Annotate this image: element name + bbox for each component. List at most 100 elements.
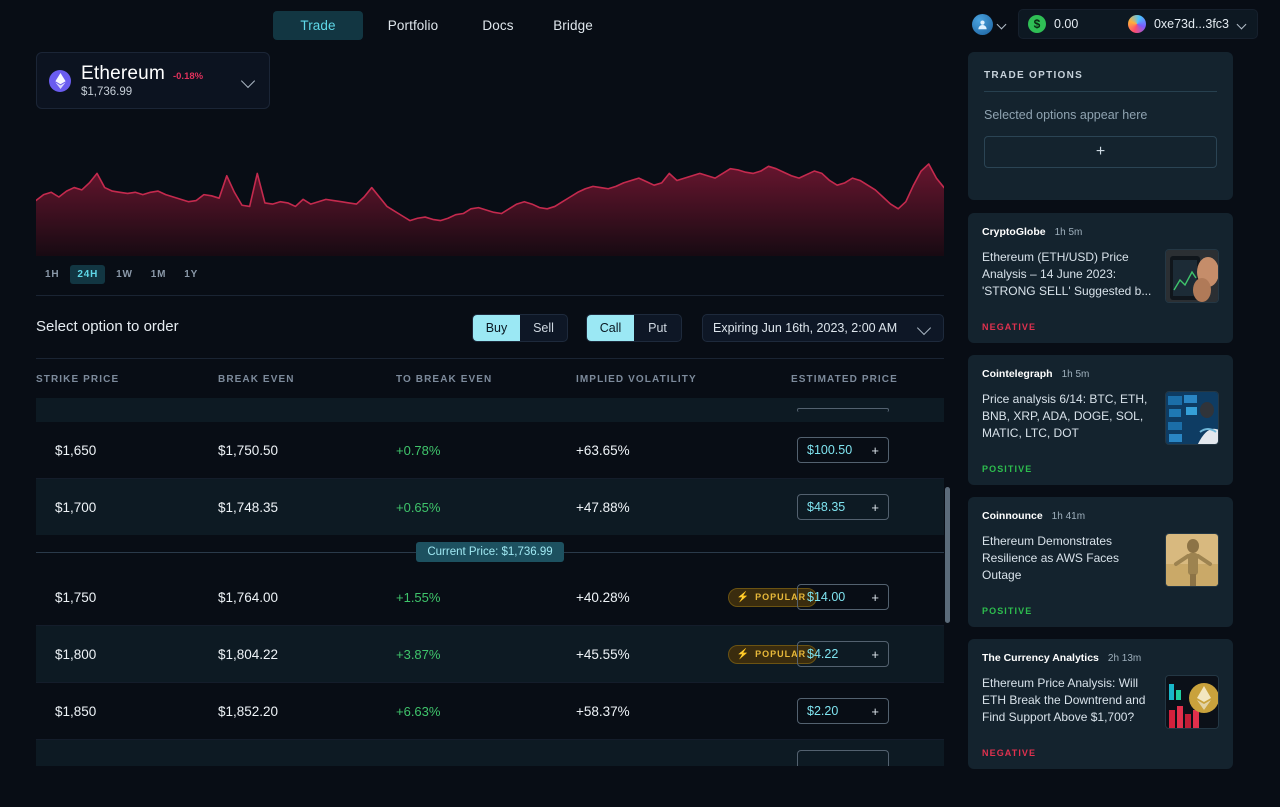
user-avatar-icon bbox=[972, 13, 993, 35]
range-24h[interactable]: 24H bbox=[70, 265, 106, 284]
cell-implied-volatility-wrap: +58.37% bbox=[576, 704, 791, 719]
news-source: Cointelegraph bbox=[982, 368, 1053, 380]
table-row[interactable]: $1,700 $1,748.35 +0.65% +47.88% $48.35 + bbox=[36, 479, 944, 535]
panel-divider bbox=[984, 91, 1217, 92]
asset-title-row: Ethereum -0.18% bbox=[81, 63, 235, 85]
news-header: CryptoGlobe 1h 5m bbox=[982, 226, 1219, 238]
table-scrollbar[interactable] bbox=[945, 487, 950, 623]
news-body: Ethereum (ETH/USD) Price Analysis – 14 J… bbox=[982, 249, 1219, 303]
cell-break-even: $1,804.22 bbox=[218, 646, 279, 662]
wallet-pill[interactable]: $ 0.00 0xe73d...3fc3 bbox=[1018, 9, 1258, 39]
asset-selector[interactable]: Ethereum -0.18% $1,736.99 bbox=[36, 52, 270, 109]
range-1h[interactable]: 1H bbox=[38, 265, 66, 284]
current-price-pill: Current Price: $1,736.99 bbox=[416, 542, 564, 562]
chevron-down-icon[interactable] bbox=[241, 73, 257, 89]
cell-to-break-even: +0.65% bbox=[396, 499, 441, 515]
app-root: Trade Portfolio Docs Bridge Ethereum -0.… bbox=[0, 0, 1280, 807]
nav-tab-trade-label: Trade bbox=[300, 18, 336, 33]
cell-implied-volatility: +45.55% bbox=[576, 646, 630, 662]
news-source: The Currency Analytics bbox=[982, 652, 1099, 664]
trade-options-title: TRADE OPTIONS bbox=[984, 70, 1084, 81]
cell-strike-price: $1,800 bbox=[55, 646, 97, 662]
table-row[interactable]: $1,650 $1,750.50 +0.78% +63.65% $100.50 … bbox=[36, 422, 944, 478]
news-header: Coinnounce 1h 41m bbox=[982, 510, 1219, 522]
add-option-icon: + bbox=[871, 589, 879, 605]
table-row-partial-top[interactable] bbox=[36, 398, 944, 422]
news-time: 1h 5m bbox=[1061, 369, 1090, 380]
put-button[interactable]: Put bbox=[634, 315, 681, 341]
price-chart bbox=[36, 132, 944, 256]
asset-price: $1,736.99 bbox=[81, 86, 133, 98]
wallet-balance: 0.00 bbox=[1054, 17, 1079, 31]
main-panel: Trade Portfolio Docs Bridge Ethereum -0.… bbox=[0, 0, 968, 807]
add-option-icon: + bbox=[871, 703, 879, 719]
news-thumbnail bbox=[1165, 533, 1219, 587]
estimated-price-button[interactable]: $100.50 + bbox=[797, 437, 889, 463]
cell-implied-volatility-wrap: +40.28% ⚡ POPULAR bbox=[576, 587, 818, 607]
price-chart-svg bbox=[36, 163, 944, 256]
cell-implied-volatility: +40.28% bbox=[576, 589, 630, 605]
cell-estimated-price-wrap: $100.50 + bbox=[791, 437, 944, 463]
cell-to-break-even: +1.55% bbox=[396, 589, 441, 605]
news-card[interactable]: The Currency Analytics 2h 13m Ethereum P… bbox=[968, 639, 1233, 769]
cell-implied-volatility-wrap: +63.65% bbox=[576, 443, 791, 458]
range-1w[interactable]: 1W bbox=[109, 265, 140, 284]
news-body: Ethereum Price Analysis: Will ETH Break … bbox=[982, 675, 1219, 729]
nav-tab-bridge[interactable]: Bridge bbox=[533, 11, 613, 40]
cell-implied-volatility: +63.65% bbox=[576, 442, 630, 458]
cell-break-even: $1,750.50 bbox=[218, 442, 279, 458]
news-card[interactable]: CryptoGlobe 1h 5m Ethereum (ETH/USD) Pri… bbox=[968, 213, 1233, 343]
options-table-header: STRIKE PRICE BREAK EVEN TO BREAK EVEN IM… bbox=[36, 374, 944, 385]
cell-break-even: $1,764.00 bbox=[218, 589, 279, 605]
nav-tab-docs[interactable]: Docs bbox=[463, 11, 533, 40]
call-button[interactable]: Call bbox=[587, 315, 634, 341]
nav-tab-portfolio[interactable]: Portfolio bbox=[363, 11, 463, 40]
divider-above-table bbox=[36, 358, 944, 359]
chevron-down-icon[interactable] bbox=[1237, 19, 1248, 30]
news-title: Ethereum (ETH/USD) Price Analysis – 14 J… bbox=[982, 250, 1152, 299]
table-row[interactable]: $1,850 $1,852.20 +6.63% +58.37% $2.20 + bbox=[36, 683, 944, 739]
range-1y[interactable]: 1Y bbox=[177, 265, 205, 284]
nav-tab-trade[interactable]: Trade bbox=[273, 11, 363, 40]
news-title: Ethereum Demonstrates Resilience as AWS … bbox=[982, 534, 1119, 583]
news-title: Ethereum Price Analysis: Will ETH Break … bbox=[982, 676, 1146, 725]
add-option-icon: + bbox=[871, 499, 879, 515]
estimated-price-button-partial[interactable] bbox=[797, 750, 889, 766]
cell-implied-volatility: +58.37% bbox=[576, 703, 630, 719]
cell-strike-price: $1,650 bbox=[55, 442, 97, 458]
news-thumbnail bbox=[1165, 391, 1219, 445]
right-rail: $ 0.00 0xe73d...3fc3 TRADE OPTIONS Selec… bbox=[968, 0, 1280, 807]
expiry-dropdown[interactable]: Expiring Jun 16th, 2023, 2:00 AM bbox=[702, 314, 944, 342]
sell-button[interactable]: Sell bbox=[520, 315, 567, 341]
news-thumbnail bbox=[1165, 249, 1219, 303]
chevron-down-icon[interactable] bbox=[997, 19, 1008, 30]
cell-estimated-price-wrap: $2.20 + bbox=[791, 698, 944, 724]
main-navigation: Trade Portfolio Docs Bridge bbox=[273, 11, 613, 40]
news-card[interactable]: Coinnounce 1h 41m Ethereum Demonstrates … bbox=[968, 497, 1233, 627]
cell-strike-price: $1,750 bbox=[55, 589, 97, 605]
table-row-partial-bottom[interactable] bbox=[36, 740, 944, 766]
range-1m[interactable]: 1M bbox=[144, 265, 174, 284]
estimated-price-button[interactable]: $48.35 + bbox=[797, 494, 889, 520]
news-title: Price analysis 6/14: BTC, ETH, BNB, XRP,… bbox=[982, 392, 1148, 441]
options-table-body[interactable]: $1,650 $1,750.50 +0.78% +63.65% $100.50 … bbox=[36, 398, 948, 796]
account-avatar-group[interactable] bbox=[972, 13, 1008, 35]
chart-area-fill bbox=[36, 163, 944, 256]
cell-estimated-price-wrap: $14.00 + bbox=[791, 584, 944, 610]
add-option-button[interactable]: + bbox=[984, 136, 1217, 168]
buy-button[interactable]: Buy bbox=[473, 315, 520, 341]
news-sentiment-badge: NEGATIVE bbox=[982, 322, 1037, 332]
estimated-price-button[interactable]: $4.22 + bbox=[797, 641, 889, 667]
estimated-price-value: $2.20 bbox=[807, 704, 839, 718]
cell-break-even: $1,748.35 bbox=[218, 499, 279, 515]
column-header-break-even: BREAK EVEN bbox=[218, 374, 295, 385]
table-row[interactable]: $1,750 $1,764.00 +1.55% +40.28% ⚡ POPULA… bbox=[36, 569, 944, 625]
table-row[interactable]: $1,800 $1,804.22 +3.87% +45.55% ⚡ POPULA… bbox=[36, 626, 944, 682]
add-option-icon: + bbox=[871, 646, 879, 662]
lightning-icon: ⚡ bbox=[736, 648, 751, 660]
estimated-price-button-partial[interactable] bbox=[797, 408, 889, 412]
estimated-price-button[interactable]: $2.20 + bbox=[797, 698, 889, 724]
news-card[interactable]: Cointelegraph 1h 5m Price analysis 6/14:… bbox=[968, 355, 1233, 485]
nav-tab-docs-label: Docs bbox=[482, 18, 514, 33]
estimated-price-button[interactable]: $14.00 + bbox=[797, 584, 889, 610]
